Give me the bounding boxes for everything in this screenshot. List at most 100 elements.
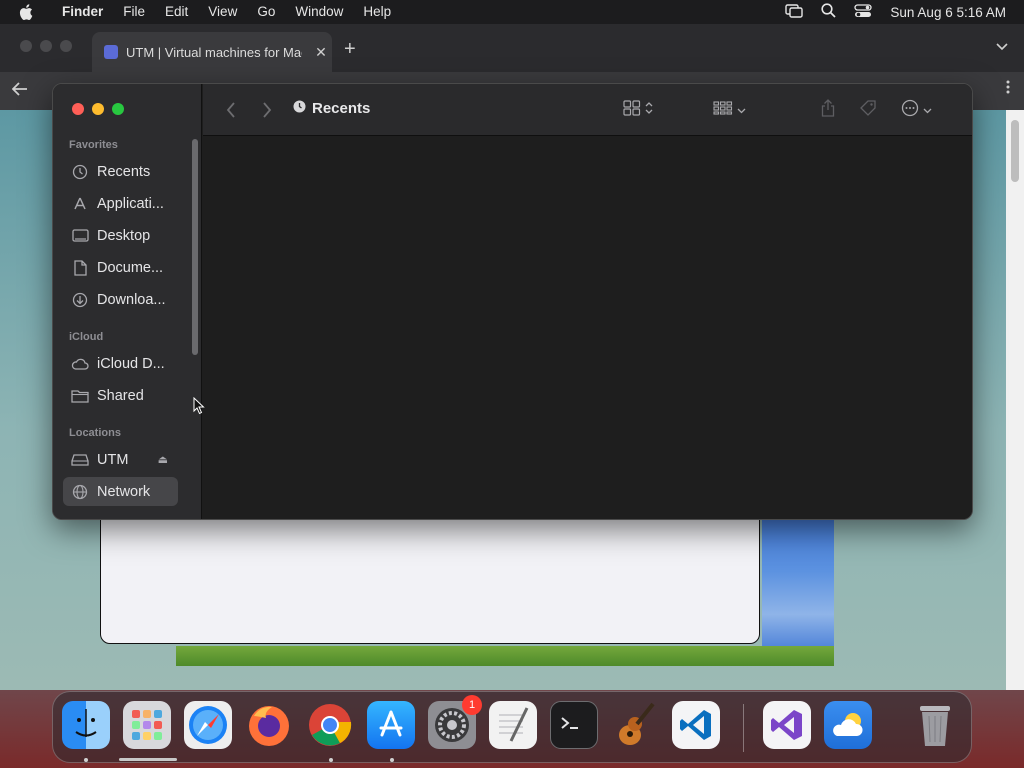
dock-finder-icon[interactable] <box>62 701 110 749</box>
page-scrollbar[interactable] <box>1006 110 1024 690</box>
grid-view-icon <box>623 99 641 121</box>
window-title: Recents <box>293 100 370 117</box>
dock-system-settings-icon[interactable]: 1 <box>428 695 482 749</box>
dock-vscode-icon[interactable] <box>672 701 720 749</box>
dock-magnification-indicator <box>119 758 177 761</box>
sidebar-scrollbar[interactable] <box>192 139 198 355</box>
forward-button[interactable] <box>253 98 281 122</box>
back-button[interactable] <box>217 98 245 122</box>
menu-view[interactable]: View <box>198 0 247 24</box>
dock-garageband-icon[interactable] <box>611 701 659 749</box>
menu-edit[interactable]: Edit <box>155 0 198 24</box>
dock-launchpad-icon[interactable] <box>123 701 171 749</box>
sidebar-section-locations: Locations <box>69 427 121 439</box>
close-button[interactable] <box>72 103 84 115</box>
sidebar-item-shared[interactable]: Shared <box>63 381 178 410</box>
minimize-button[interactable] <box>92 103 104 115</box>
menu-bar-clock[interactable]: Sun Aug 6 5:16 AM <box>890 5 1006 20</box>
dock-app-store-icon[interactable] <box>367 701 415 749</box>
recents-clock-icon <box>293 100 306 117</box>
zoom-button[interactable] <box>112 103 124 115</box>
wallpaper-grass-image <box>176 646 834 666</box>
dock-trash-icon[interactable] <box>911 701 959 749</box>
dock: 1 <box>52 691 972 763</box>
group-by-button[interactable] <box>713 98 746 122</box>
new-tab-button[interactable]: + <box>344 38 356 61</box>
utm-favicon-icon <box>104 45 118 59</box>
chevron-down-icon <box>737 101 746 119</box>
browser-back-icon[interactable] <box>11 80 28 101</box>
eject-icon[interactable]: ⏏ <box>158 453 168 466</box>
share-button[interactable] <box>821 98 835 122</box>
sidebar-item-utm[interactable]: UTM ⏏ <box>63 445 178 474</box>
ellipsis-circle-icon <box>901 99 919 122</box>
dock-separator <box>743 704 744 752</box>
menu-go[interactable]: Go <box>247 0 285 24</box>
tab-close-icon[interactable]: ✕ <box>310 44 332 61</box>
sidebar-item-label: Desktop <box>97 227 151 244</box>
screen-mirroring-icon[interactable] <box>785 3 804 21</box>
dock-weather-icon[interactable] <box>824 701 872 749</box>
browser-window-controls <box>20 40 72 52</box>
chevron-down-icon <box>923 101 932 119</box>
browser-zoom-button[interactable] <box>60 40 72 52</box>
browser-close-button[interactable] <box>20 40 32 52</box>
sidebar-item-label: iCloud D... <box>97 355 165 372</box>
sidebar-item-desktop[interactable]: Desktop <box>63 221 178 250</box>
menu-bar: Finder File Edit View Go Window Help Sun… <box>0 0 1024 24</box>
finder-running-indicator <box>84 758 88 762</box>
icon-view-button[interactable] <box>623 98 653 122</box>
finder-content-area[interactable] <box>203 137 972 519</box>
browser-tab[interactable]: UTM | Virtual machines for Mac ✕ <box>92 32 332 72</box>
tab-search-chevron-icon[interactable] <box>996 40 1008 54</box>
sidebar-item-label: UTM <box>97 451 129 468</box>
download-icon <box>71 291 89 309</box>
tag-icon <box>859 99 877 122</box>
share-icon <box>821 98 835 122</box>
action-menu-button[interactable] <box>901 98 932 122</box>
chrome-running-indicator <box>329 758 333 762</box>
sidebar-item-label: Shared <box>97 387 144 404</box>
menu-window[interactable]: Window <box>285 0 353 24</box>
menu-file[interactable]: File <box>113 0 155 24</box>
sidebar-item-downloads[interactable]: Downloa... <box>63 285 178 314</box>
sidebar-item-label: Network <box>97 483 151 500</box>
window-title-text: Recents <box>312 100 371 117</box>
clock-icon <box>71 163 89 181</box>
dock-safari-icon[interactable] <box>184 701 232 749</box>
sidebar-section-favorites: Favorites <box>69 139 118 151</box>
cloud-icon <box>71 355 89 373</box>
sidebar-item-label: Recents <box>97 163 151 180</box>
sidebar-item-icloud-drive[interactable]: iCloud D... <box>63 349 178 378</box>
menu-help[interactable]: Help <box>353 0 401 24</box>
sidebar-item-label: Downloa... <box>97 291 166 308</box>
notification-badge: 1 <box>462 695 482 715</box>
dock-firefox-icon[interactable] <box>245 701 293 749</box>
dock-terminal-icon[interactable] <box>550 701 598 749</box>
page-scrollbar-thumb[interactable] <box>1011 120 1019 182</box>
sidebar-item-network[interactable]: Network <box>63 477 178 506</box>
menu-app-name[interactable]: Finder <box>52 0 113 24</box>
finder-toolbar: Recents <box>203 84 972 136</box>
apple-icon[interactable] <box>0 4 52 20</box>
network-icon <box>71 483 89 501</box>
browser-tab-strip: UTM | Virtual machines for Mac ✕ + <box>0 24 1024 72</box>
control-center-icon[interactable] <box>854 3 873 21</box>
sidebar-item-documents[interactable]: Docume... <box>63 253 178 282</box>
drive-icon <box>71 451 89 469</box>
up-down-chevron-icon <box>645 101 653 120</box>
dock-chrome-icon[interactable] <box>306 701 354 749</box>
dock-textedit-icon[interactable] <box>489 701 537 749</box>
sidebar-item-applications[interactable]: Applicati... <box>63 189 178 218</box>
group-grid-icon <box>713 100 733 120</box>
finder-sidebar: Favorites Recents Applicati... Desktop D… <box>53 84 202 519</box>
sidebar-item-label: Applicati... <box>97 195 164 212</box>
browser-minimize-button[interactable] <box>40 40 52 52</box>
sidebar-item-label: Docume... <box>97 259 164 276</box>
tag-button[interactable] <box>859 98 877 122</box>
desktop-icon <box>71 227 89 245</box>
sidebar-item-recents[interactable]: Recents <box>63 157 178 186</box>
browser-menu-icon[interactable] <box>1006 80 1010 99</box>
spotlight-search-icon[interactable] <box>821 3 837 21</box>
dock-visual-studio-icon[interactable] <box>763 701 811 749</box>
